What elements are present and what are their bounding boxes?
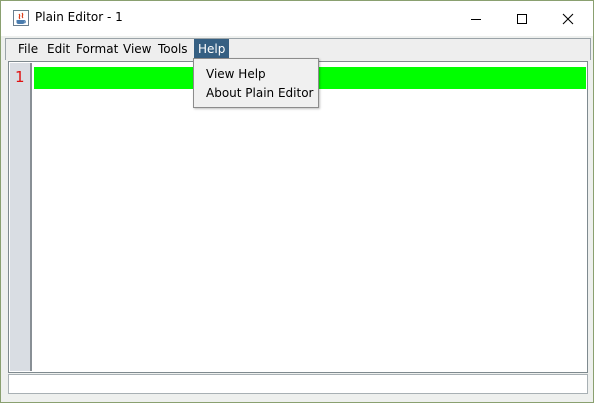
maximize-icon (517, 13, 527, 24)
menu-edit[interactable]: Edit (43, 39, 74, 59)
maximize-button[interactable] (499, 1, 545, 36)
close-icon (562, 13, 574, 24)
title-bar[interactable]: Plain Editor - 1 (1, 1, 593, 36)
status-bar (8, 374, 588, 394)
menu-bar: File Edit Format View Tools Help (5, 38, 591, 60)
help-menu-dropdown: View Help About Plain Editor (193, 58, 319, 108)
window-title: Plain Editor - 1 (35, 10, 123, 24)
menu-tools[interactable]: Tools (154, 39, 192, 59)
close-button[interactable] (545, 1, 591, 36)
menu-help[interactable]: Help (194, 39, 229, 59)
line-number-gutter: 1 (10, 63, 32, 371)
java-app-icon (13, 10, 29, 26)
menu-item-view-help[interactable]: View Help (206, 65, 266, 83)
minimize-icon (471, 18, 481, 20)
minimize-button[interactable] (453, 1, 499, 36)
menu-item-about[interactable]: About Plain Editor (206, 84, 313, 102)
menu-file[interactable]: File (14, 39, 42, 59)
line-number: 1 (15, 68, 25, 86)
menu-view[interactable]: View (119, 39, 155, 59)
menu-format[interactable]: Format (72, 39, 122, 59)
text-editor-area[interactable] (33, 63, 586, 371)
app-window: Plain Editor - 1 File Edit Format View T… (0, 0, 594, 403)
